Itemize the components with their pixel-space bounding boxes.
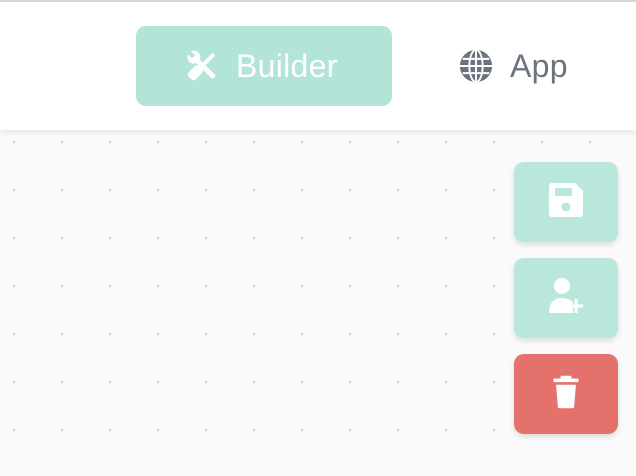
save-button[interactable] [514, 162, 618, 242]
builder-canvas[interactable]: Builder App [0, 0, 636, 476]
globe-icon [456, 46, 496, 86]
add-user-button[interactable] [514, 258, 618, 338]
tools-icon [182, 46, 222, 86]
user-plus-icon [546, 276, 586, 321]
delete-button[interactable] [514, 354, 618, 434]
tab-builder[interactable]: Builder [136, 26, 392, 106]
tab-app-label: App [510, 47, 568, 84]
floppy-disk-icon [546, 180, 586, 225]
tab-app[interactable]: App [440, 26, 590, 106]
tab-builder-label: Builder [236, 47, 338, 84]
trash-icon [548, 374, 584, 415]
top-navigation-bar: Builder App [0, 0, 636, 130]
